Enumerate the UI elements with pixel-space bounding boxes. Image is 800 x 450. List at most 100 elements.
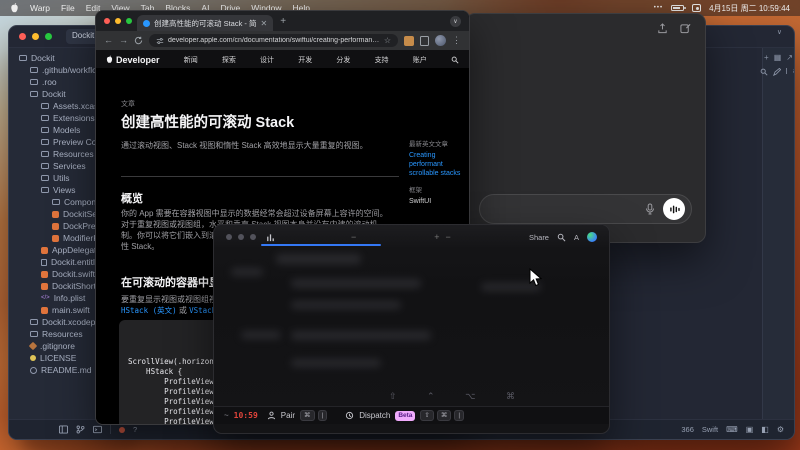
profile-globe-icon[interactable] (587, 232, 597, 242)
latest-article-label: 最新英文文章 (409, 140, 466, 149)
dock-icon[interactable]: I (786, 68, 788, 76)
zoom-button[interactable] (126, 18, 132, 24)
close-button[interactable] (226, 234, 232, 240)
close-button[interactable] (19, 33, 26, 40)
menu-item[interactable]: File (61, 3, 75, 13)
framework-name[interactable]: SwiftUI (409, 197, 466, 206)
zoom-button[interactable] (45, 33, 52, 40)
control-center-icon[interactable]: ••• (654, 5, 663, 11)
tree-item-label: Dockit (42, 89, 66, 99)
folder-icon (41, 175, 49, 181)
status-icon[interactable]: ⌨ (726, 426, 738, 434)
panel-toggle-icon[interactable] (59, 425, 68, 434)
diagnostics-count[interactable]: 366 (681, 425, 694, 434)
nav-item[interactable]: 分发 (336, 55, 350, 65)
zoom-out-button[interactable]: − (446, 232, 451, 242)
search-icon[interactable] (451, 56, 459, 64)
nav-item[interactable]: 账户 (413, 55, 427, 65)
mini-status-bar: ~ 10:59 Pair ⌘| Dispatch Beta ⇧⌘| (214, 406, 609, 424)
new-chat-icon[interactable] (680, 23, 691, 34)
browser-tab[interactable]: 创建高性能的可滚动 Stack - 简 ✕ (137, 15, 273, 31)
pencil-icon[interactable] (773, 68, 781, 76)
status-icon[interactable]: ▣ (746, 426, 754, 434)
browser-menu-icon[interactable]: ⋮ (452, 35, 461, 46)
dispatch-icon (345, 411, 354, 420)
tab-close-icon[interactable]: ✕ (261, 19, 268, 28)
dispatch-label[interactable]: Dispatch (359, 411, 390, 420)
chart-icon[interactable] (266, 233, 275, 242)
active-tab-underline (261, 244, 381, 246)
dock-icon[interactable]: ↗ (786, 54, 793, 62)
folder-icon (41, 151, 49, 157)
profile-avatar[interactable] (435, 35, 446, 46)
voice-mode-button[interactable] (663, 198, 685, 220)
blurred-content (231, 268, 263, 276)
blurred-content (241, 331, 281, 339)
nav-item[interactable]: 支持 (375, 55, 389, 65)
chat-input[interactable] (479, 194, 692, 224)
tab-search-button[interactable]: ∨ (450, 16, 461, 27)
screen-record-icon[interactable] (692, 4, 701, 12)
pair-label[interactable]: Pair (281, 411, 295, 420)
site-settings-icon[interactable] (156, 37, 164, 45)
search-icon[interactable] (557, 233, 566, 242)
apple-menu-icon[interactable] (10, 3, 19, 13)
minimize-button[interactable] (238, 234, 244, 240)
swift-icon (52, 235, 59, 242)
new-tab-button[interactable]: + (280, 16, 286, 27)
reload-button[interactable] (134, 36, 143, 45)
microphone-icon[interactable] (645, 203, 655, 215)
nav-item[interactable]: 新闻 (184, 55, 198, 65)
terminal-icon[interactable] (93, 425, 102, 434)
tilde-glyph: ~ (224, 411, 229, 420)
status-icon[interactable]: ⚙ (777, 426, 784, 434)
minimize-button[interactable] (32, 33, 39, 40)
share-button[interactable]: Share (529, 233, 549, 242)
right-dock-icons-1: + ▦ ↗ (764, 54, 793, 62)
back-button[interactable]: ← (104, 36, 113, 45)
nav-item[interactable]: 设计 (260, 55, 274, 65)
mouse-cursor (529, 268, 542, 287)
close-button[interactable] (104, 18, 110, 24)
tab-title: 创建高性能的可滚动 Stack - 简 (154, 18, 257, 29)
tree-item-label: Extensions (53, 113, 95, 123)
share-icon[interactable] (657, 23, 668, 34)
right-dock-icons-2: I≡ (760, 68, 795, 76)
dock-icon[interactable]: ▦ (774, 54, 782, 62)
tree-item-label: README.md (41, 365, 92, 375)
latest-article-link[interactable]: Creating performant scrollable stacks (409, 152, 460, 177)
address-bar[interactable]: developer.apple.com/cn/documentation/swi… (149, 34, 398, 47)
record-icon[interactable] (119, 427, 125, 433)
zoom-button[interactable] (250, 234, 256, 240)
keycap: ⇧ (420, 410, 433, 421)
favicon (143, 20, 150, 27)
developer-logo[interactable]: Developer (106, 55, 160, 65)
status-icon[interactable]: ◧ (761, 426, 769, 434)
search-icon[interactable] (760, 68, 768, 76)
extension-icon[interactable] (404, 36, 414, 46)
bookmark-icon[interactable]: ☆ (384, 36, 391, 45)
apple-developer-header: Developer 新闻 探索 设计 开发 分发 支持 账户 (96, 50, 469, 70)
git-branch-icon[interactable] (76, 425, 85, 434)
hstack-link[interactable]: HStack (英文) (121, 306, 177, 315)
side-panel-icon[interactable] (420, 36, 429, 46)
tab-dash[interactable]: − (351, 232, 356, 242)
battery-icon[interactable] (671, 5, 684, 11)
nav-item[interactable]: 开发 (298, 55, 312, 65)
menu-item[interactable]: Warp (30, 3, 50, 13)
minimize-button[interactable] (115, 18, 121, 24)
framework-label: 框架 (409, 186, 466, 195)
dock-icon[interactable]: + (764, 54, 769, 62)
chevron-down-icon[interactable]: ∨ (777, 28, 782, 36)
nav-item[interactable]: 探索 (222, 55, 236, 65)
dock-icon[interactable]: ≡ (793, 68, 795, 76)
text-size-button[interactable]: A (574, 233, 579, 242)
article-aside: 最新英文文章 Creating performant scrollable st… (409, 140, 466, 206)
dispatch-shortcut: ⇧⌘| (420, 410, 464, 421)
language-indicator[interactable]: Swift (702, 425, 718, 434)
zoom-in-button[interactable]: + (434, 232, 439, 242)
menubar-clock[interactable]: 4月15日 周二 10:59:44 (709, 3, 790, 14)
forward-button[interactable]: → (119, 36, 128, 45)
waveform-icon (669, 205, 680, 214)
help-icon[interactable]: ? (133, 425, 137, 434)
